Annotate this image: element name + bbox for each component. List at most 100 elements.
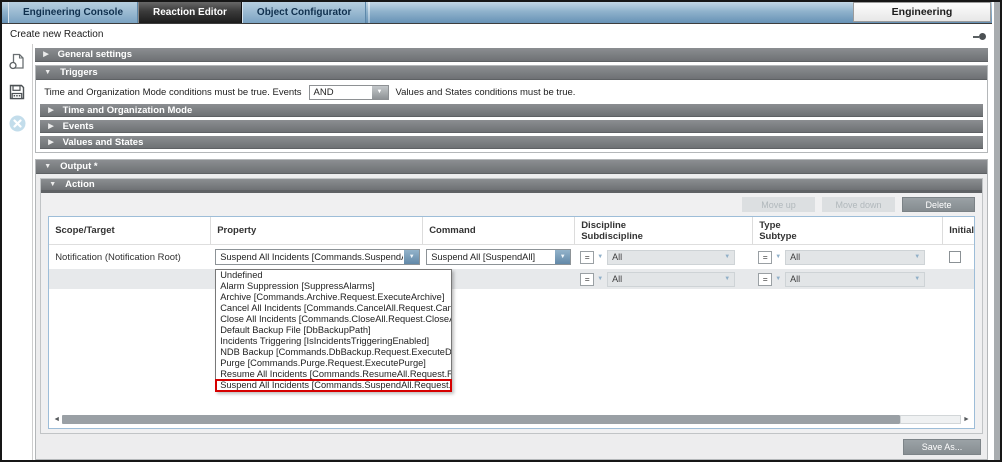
subtype-operator-combobox[interactable]: = <box>758 273 772 286</box>
dropdown-arrow-icon: ▼ <box>597 254 603 260</box>
delete-button[interactable]: Delete <box>902 197 975 212</box>
header-label: Initial <box>949 225 974 236</box>
triggers-group: ▼ Triggers Time and Organization Mode co… <box>35 65 988 153</box>
move-down-button[interactable]: Move down <box>822 197 895 212</box>
chevron-down-icon: ▼ <box>44 163 51 170</box>
type-cell: = ▼ All ▼ <box>753 250 943 265</box>
scrollbar-track[interactable] <box>900 415 961 424</box>
scroll-left-icon[interactable]: ◄ <box>51 414 62 425</box>
chevron-down-icon: ▼ <box>49 181 56 188</box>
dropdown-option[interactable]: Cancel All Incidents [Commands.CancelAll… <box>216 303 451 314</box>
discipline-cell: = ▼ All ▼ <box>575 250 753 265</box>
condition-text-suffix: Values and States conditions must be tru… <box>396 87 576 98</box>
subtype-combobox[interactable]: All ▼ <box>785 272 925 287</box>
section-label: Output * <box>60 161 97 172</box>
section-time-and-organization-mode[interactable]: ▶ Time and Organization Mode <box>40 104 983 117</box>
dropdown-arrow-icon: ▼ <box>554 250 570 264</box>
action-buttons-row: Move up Move down Delete <box>48 197 975 212</box>
events-operator-value: AND <box>310 87 371 98</box>
tab-object-configurator[interactable]: Object Configurator <box>242 2 366 23</box>
column-header-discipline: Discipline Subdiscipline <box>575 217 753 244</box>
section-general-settings[interactable]: ▶ General settings <box>35 48 988 62</box>
dropdown-arrow-icon: ▼ <box>914 254 924 260</box>
header-label: Discipline <box>581 220 752 231</box>
dropdown-option[interactable]: Archive [Commands.Archive.Request.Execut… <box>216 292 451 303</box>
dropdown-arrow-icon: ▼ <box>775 276 781 282</box>
subdiscipline-combobox[interactable]: All ▼ <box>607 272 735 287</box>
subdiscipline-value: All <box>612 274 622 284</box>
condition-text-prefix: Time and Organization Mode conditions mu… <box>44 87 301 98</box>
section-output[interactable]: ▼ Output * <box>36 160 987 174</box>
dropdown-option[interactable]: Incidents Triggering [IsIncidentsTrigger… <box>216 336 451 347</box>
header-label: Subtype <box>759 231 942 242</box>
top-tab-bar: Engineering Console Reaction Editor Obje… <box>2 2 1000 24</box>
page-title: Create new Reaction <box>10 29 103 40</box>
command-cell: Suspend All [SuspendAll] ▼ <box>423 249 575 265</box>
section-action[interactable]: ▼ Action <box>41 179 982 193</box>
tab-separator <box>368 2 370 23</box>
horizontal-scrollbar[interactable]: ◄ ► <box>51 413 972 426</box>
table-row[interactable]: Notification (Notification Root) Suspend… <box>49 245 974 269</box>
command-value: Suspend All [SuspendAll] <box>427 252 554 262</box>
save-as-button[interactable]: Save As... <box>903 439 981 455</box>
action-content: Move up Move down Delete Scope/Target <box>41 193 982 429</box>
discipline-operator-combobox[interactable]: = <box>580 251 594 264</box>
initial-checkbox[interactable] <box>949 251 961 263</box>
window-frame-edge <box>992 2 1000 460</box>
output-content: ▼ Action Move up Move down Delete <box>36 174 987 459</box>
pin-dot <box>979 33 986 40</box>
subdiscipline-cell: = ▼ All ▼ <box>575 272 753 287</box>
tab-engineering-console[interactable]: Engineering Console <box>8 2 138 23</box>
dropdown-option[interactable]: Close All Incidents [Commands.CloseAll.R… <box>216 314 451 325</box>
header-label: Property <box>217 225 422 236</box>
dropdown-option[interactable]: Resume All Incidents [Commands.ResumeAll… <box>216 369 451 380</box>
left-toolbar <box>2 44 33 460</box>
dropdown-arrow-icon: ▼ <box>724 254 734 260</box>
dropdown-option[interactable]: Purge [Commands.Purge.Request.ExecutePur… <box>216 358 451 369</box>
column-header-command: Command <box>423 217 575 244</box>
type-operator-combobox[interactable]: = <box>758 251 772 264</box>
scroll-right-icon[interactable]: ► <box>961 414 972 425</box>
cancel-icon[interactable] <box>8 114 26 132</box>
new-reaction-icon[interactable] <box>8 52 26 70</box>
section-triggers[interactable]: ▼ Triggers <box>36 66 987 80</box>
table-header-row: Scope/Target Property Command <box>49 217 974 245</box>
section-values-and-states[interactable]: ▶ Values and States <box>40 136 983 149</box>
section-label: Action <box>65 179 95 190</box>
dropdown-option-highlighted[interactable]: Suspend All Incidents [Commands.SuspendA… <box>216 380 451 391</box>
property-combobox[interactable]: Suspend All Incidents [Commands.SuspendA… <box>215 249 420 265</box>
move-up-button[interactable]: Move up <box>742 197 815 212</box>
type-combobox[interactable]: All ▼ <box>785 250 925 265</box>
scrollbar-thumb[interactable] <box>62 415 900 424</box>
action-group: ▼ Action Move up Move down Delete <box>40 178 983 434</box>
subtype-cell: = ▼ All ▼ <box>753 272 943 287</box>
section-events[interactable]: ▶ Events <box>40 120 983 133</box>
dropdown-option[interactable]: Default Backup File [DbBackupPath] <box>216 325 451 336</box>
chevron-right-icon: ▶ <box>48 139 53 146</box>
chevron-right-icon: ▶ <box>48 107 53 114</box>
initial-cell <box>943 251 974 263</box>
property-value: Suspend All Incidents [Commands.SuspendA… <box>216 252 403 262</box>
output-group: ▼ Output * ▼ Action Move up Move down <box>35 159 988 460</box>
tab-reaction-editor[interactable]: Reaction Editor <box>138 2 242 23</box>
column-header-property: Property <box>211 217 423 244</box>
engineering-mode-button[interactable]: Engineering <box>853 2 991 22</box>
pin-icon[interactable] <box>973 33 986 40</box>
command-combobox[interactable]: Suspend All [SuspendAll] ▼ <box>426 249 571 265</box>
column-header-initial: Initial <box>943 217 974 244</box>
table-empty-area <box>49 289 974 413</box>
subdiscipline-operator-combobox[interactable]: = <box>580 273 594 286</box>
save-icon[interactable] <box>8 83 26 101</box>
events-operator-combobox[interactable]: AND ▼ <box>309 85 389 100</box>
dropdown-arrow-icon: ▼ <box>371 86 388 99</box>
dropdown-arrow-icon: ▼ <box>914 276 924 282</box>
dropdown-option[interactable]: Undefined <box>216 270 451 281</box>
dropdown-option[interactable]: Alarm Suppression [SuppressAlarms] <box>216 281 451 292</box>
dropdown-option[interactable]: NDB Backup [Commands.DbBackup.Request.Ex… <box>216 347 451 358</box>
discipline-value: All <box>612 252 622 262</box>
discipline-combobox[interactable]: All ▼ <box>607 250 735 265</box>
property-cell: Suspend All Incidents [Commands.SuspendA… <box>211 249 423 265</box>
main-content: ▶ General settings ▼ Triggers Time and O… <box>33 44 1000 460</box>
table-row-secondary: = ▼ All ▼ = ▼ <box>49 269 974 289</box>
dropdown-arrow-icon: ▼ <box>403 250 419 264</box>
